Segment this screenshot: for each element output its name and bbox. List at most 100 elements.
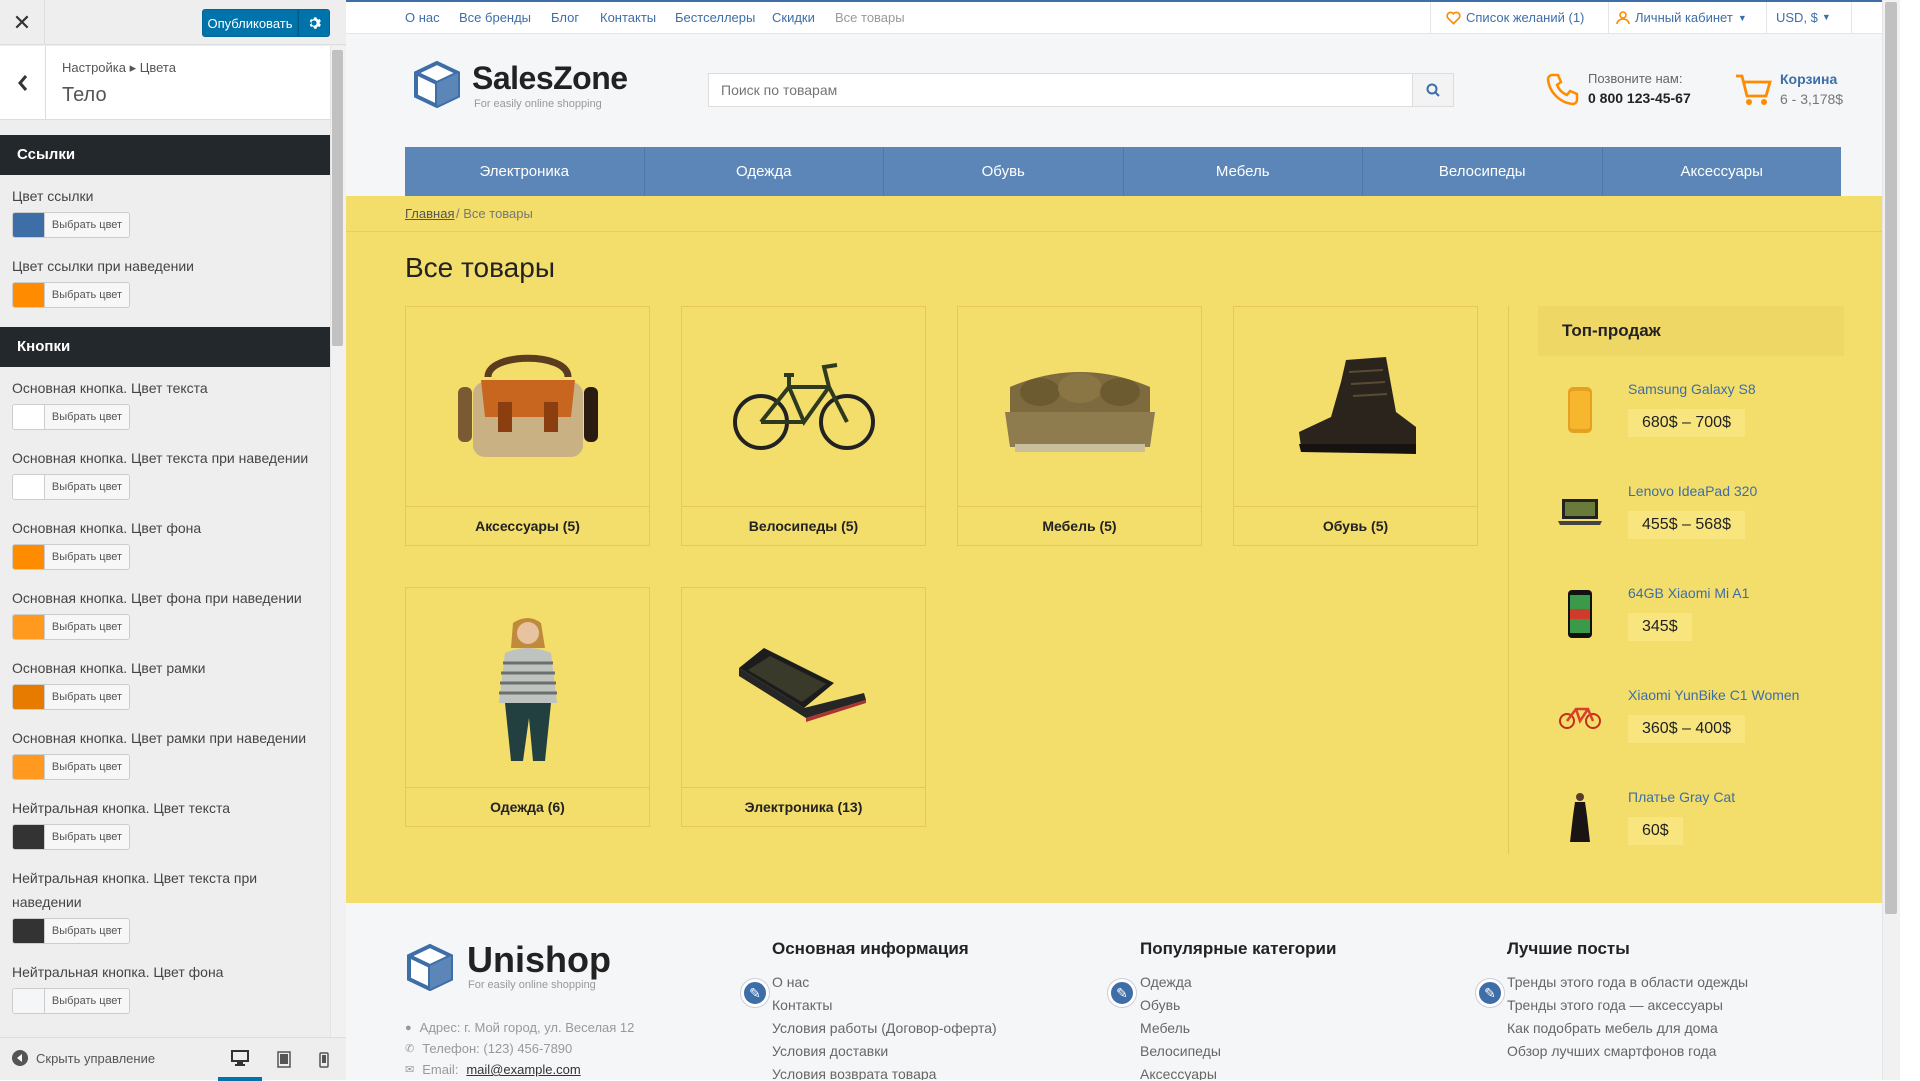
pick-color-button[interactable]: Выбрать цвет	[45, 685, 129, 709]
color-picker[interactable]: Выбрать цвет	[12, 754, 130, 780]
footer-link[interactable]: Обувь	[1140, 994, 1336, 1017]
logo-name[interactable]: SalesZone	[472, 60, 628, 97]
product-name[interactable]: 64GB Xiaomi Mi A1	[1628, 585, 1749, 601]
color-picker[interactable]: Выбрать цвет	[12, 824, 130, 850]
product-image[interactable]	[1554, 375, 1606, 445]
color-swatch[interactable]	[13, 545, 45, 569]
footer-link[interactable]: Условия работы (Договор-оферта)	[772, 1017, 997, 1040]
color-picker[interactable]: Выбрать цвет	[12, 544, 130, 570]
category-name[interactable]: Обувь (5)	[1234, 507, 1477, 545]
color-swatch[interactable]	[13, 475, 45, 499]
footer-link[interactable]: Условия возврата товара	[772, 1063, 997, 1080]
category-image[interactable]	[682, 588, 925, 788]
product-name[interactable]: Xiaomi YunBike C1 Women	[1628, 687, 1799, 703]
color-swatch[interactable]	[13, 213, 45, 237]
category-card[interactable]: Электроника (13)	[681, 587, 926, 827]
account-link[interactable]: Личный кабинет ▼	[1616, 10, 1747, 25]
category-card[interactable]: Мебель (5)	[957, 306, 1202, 546]
pick-color-button[interactable]: Выбрать цвет	[45, 283, 129, 307]
category-image[interactable]	[406, 588, 649, 788]
nav-item-shoes[interactable]: Обувь	[884, 147, 1124, 196]
currency-select[interactable]: USD, $ ▼	[1776, 10, 1831, 25]
hide-controls-button[interactable]: Скрыть управление	[12, 1050, 155, 1066]
category-image[interactable]	[682, 307, 925, 507]
pick-color-button[interactable]: Выбрать цвет	[45, 615, 129, 639]
color-swatch[interactable]	[13, 825, 45, 849]
category-name[interactable]: Аксессуары (5)	[406, 507, 649, 545]
footer-link[interactable]: Обзор лучших смартфонов года	[1507, 1040, 1748, 1063]
category-image[interactable]	[406, 307, 649, 507]
top-link-blog[interactable]: Блог	[551, 10, 579, 25]
footer-link[interactable]: Тренды этого года — аксессуары	[1507, 994, 1748, 1017]
top-sales-item[interactable]: Samsung Galaxy S8 680$ – 700$	[1538, 375, 1844, 470]
color-picker[interactable]: Выбрать цвет	[12, 212, 130, 238]
footer-link[interactable]: Велосипеды	[1140, 1040, 1336, 1063]
pick-color-button[interactable]: Выбрать цвет	[45, 405, 129, 429]
top-link-contacts[interactable]: Контакты	[600, 10, 656, 25]
top-link-brands[interactable]: Все бренды	[459, 10, 531, 25]
color-picker[interactable]: Выбрать цвет	[12, 918, 130, 944]
nav-item-clothing[interactable]: Одежда	[645, 147, 884, 196]
color-swatch[interactable]	[13, 685, 45, 709]
edit-shortcut-button[interactable]: ✎	[1108, 979, 1136, 1007]
nav-item-electronics[interactable]: Электроника	[405, 147, 645, 196]
product-name[interactable]: Lenovo IdeaPad 320	[1628, 483, 1757, 499]
nav-item-accessories[interactable]: Аксессуары	[1603, 147, 1842, 196]
color-picker[interactable]: Выбрать цвет	[12, 614, 130, 640]
category-card[interactable]: Аксессуары (5)	[405, 306, 650, 546]
desktop-preview-button[interactable]	[218, 1038, 262, 1081]
phone-number[interactable]: 0 800 123-45-67	[1588, 90, 1691, 106]
box-logo-icon[interactable]	[412, 60, 462, 108]
footer-link[interactable]: Тренды этого года в области одежды	[1507, 971, 1748, 994]
category-name[interactable]: Одежда (6)	[406, 788, 649, 826]
category-name[interactable]: Велосипеды (5)	[682, 507, 925, 545]
cart-label[interactable]: Корзина	[1780, 71, 1837, 87]
product-name[interactable]: Samsung Galaxy S8	[1628, 381, 1756, 397]
color-swatch[interactable]	[13, 919, 45, 943]
category-name[interactable]: Мебель (5)	[958, 507, 1201, 545]
product-image[interactable]	[1554, 681, 1606, 751]
pick-color-button[interactable]: Выбрать цвет	[45, 213, 129, 237]
edit-shortcut-button[interactable]: ✎	[741, 979, 769, 1007]
search-input[interactable]	[709, 74, 1411, 106]
pick-color-button[interactable]: Выбрать цвет	[45, 989, 129, 1013]
category-card[interactable]: Велосипеды (5)	[681, 306, 926, 546]
category-card[interactable]: Обувь (5)	[1233, 306, 1478, 546]
email-link[interactable]: mail@example.com	[466, 1062, 580, 1077]
pick-color-button[interactable]: Выбрать цвет	[45, 475, 129, 499]
product-name[interactable]: Платье Gray Cat	[1628, 789, 1735, 805]
cart-icon[interactable]	[1734, 72, 1772, 108]
footer-link[interactable]: Как подобрать мебель для дома	[1507, 1017, 1748, 1040]
top-sales-item[interactable]: Lenovo IdeaPad 320 455$ – 568$	[1538, 477, 1844, 572]
top-sales-item[interactable]: Платье Gray Cat 60$	[1538, 783, 1844, 878]
category-name[interactable]: Электроника (13)	[682, 788, 925, 826]
category-image[interactable]	[958, 307, 1201, 507]
color-swatch[interactable]	[13, 755, 45, 779]
color-picker[interactable]: Выбрать цвет	[12, 684, 130, 710]
nav-item-furniture[interactable]: Мебель	[1124, 147, 1363, 196]
color-picker[interactable]: Выбрать цвет	[12, 474, 130, 500]
footer-link[interactable]: Контакты	[772, 994, 997, 1017]
pick-color-button[interactable]: Выбрать цвет	[45, 919, 129, 943]
mobile-preview-button[interactable]	[302, 1038, 346, 1081]
search-button[interactable]	[1412, 73, 1454, 107]
footer-link[interactable]: Условия доставки	[772, 1040, 997, 1063]
product-image[interactable]	[1554, 579, 1606, 649]
color-swatch[interactable]	[13, 615, 45, 639]
footer-logo-name[interactable]: Unishop	[467, 939, 611, 981]
pick-color-button[interactable]: Выбрать цвет	[45, 755, 129, 779]
top-sales-item[interactable]: 64GB Xiaomi Mi A1 345$	[1538, 579, 1844, 674]
color-picker[interactable]: Выбрать цвет	[12, 282, 130, 308]
category-card[interactable]: Одежда (6)	[405, 587, 650, 827]
wishlist-link[interactable]: Список желаний (1)	[1446, 10, 1584, 25]
pick-color-button[interactable]: Выбрать цвет	[45, 825, 129, 849]
color-swatch[interactable]	[13, 989, 45, 1013]
product-image[interactable]	[1554, 477, 1606, 547]
top-link-bestsellers[interactable]: Бестселлеры	[675, 10, 755, 25]
breadcrumb-home-link[interactable]: Главная	[405, 206, 454, 221]
box-logo-icon[interactable]	[405, 943, 455, 991]
preview-scrollbar-thumb[interactable]	[1885, 2, 1897, 914]
edit-shortcut-button[interactable]: ✎	[1476, 979, 1504, 1007]
footer-link[interactable]: О нас	[772, 971, 997, 994]
footer-link[interactable]: Одежда	[1140, 971, 1336, 994]
